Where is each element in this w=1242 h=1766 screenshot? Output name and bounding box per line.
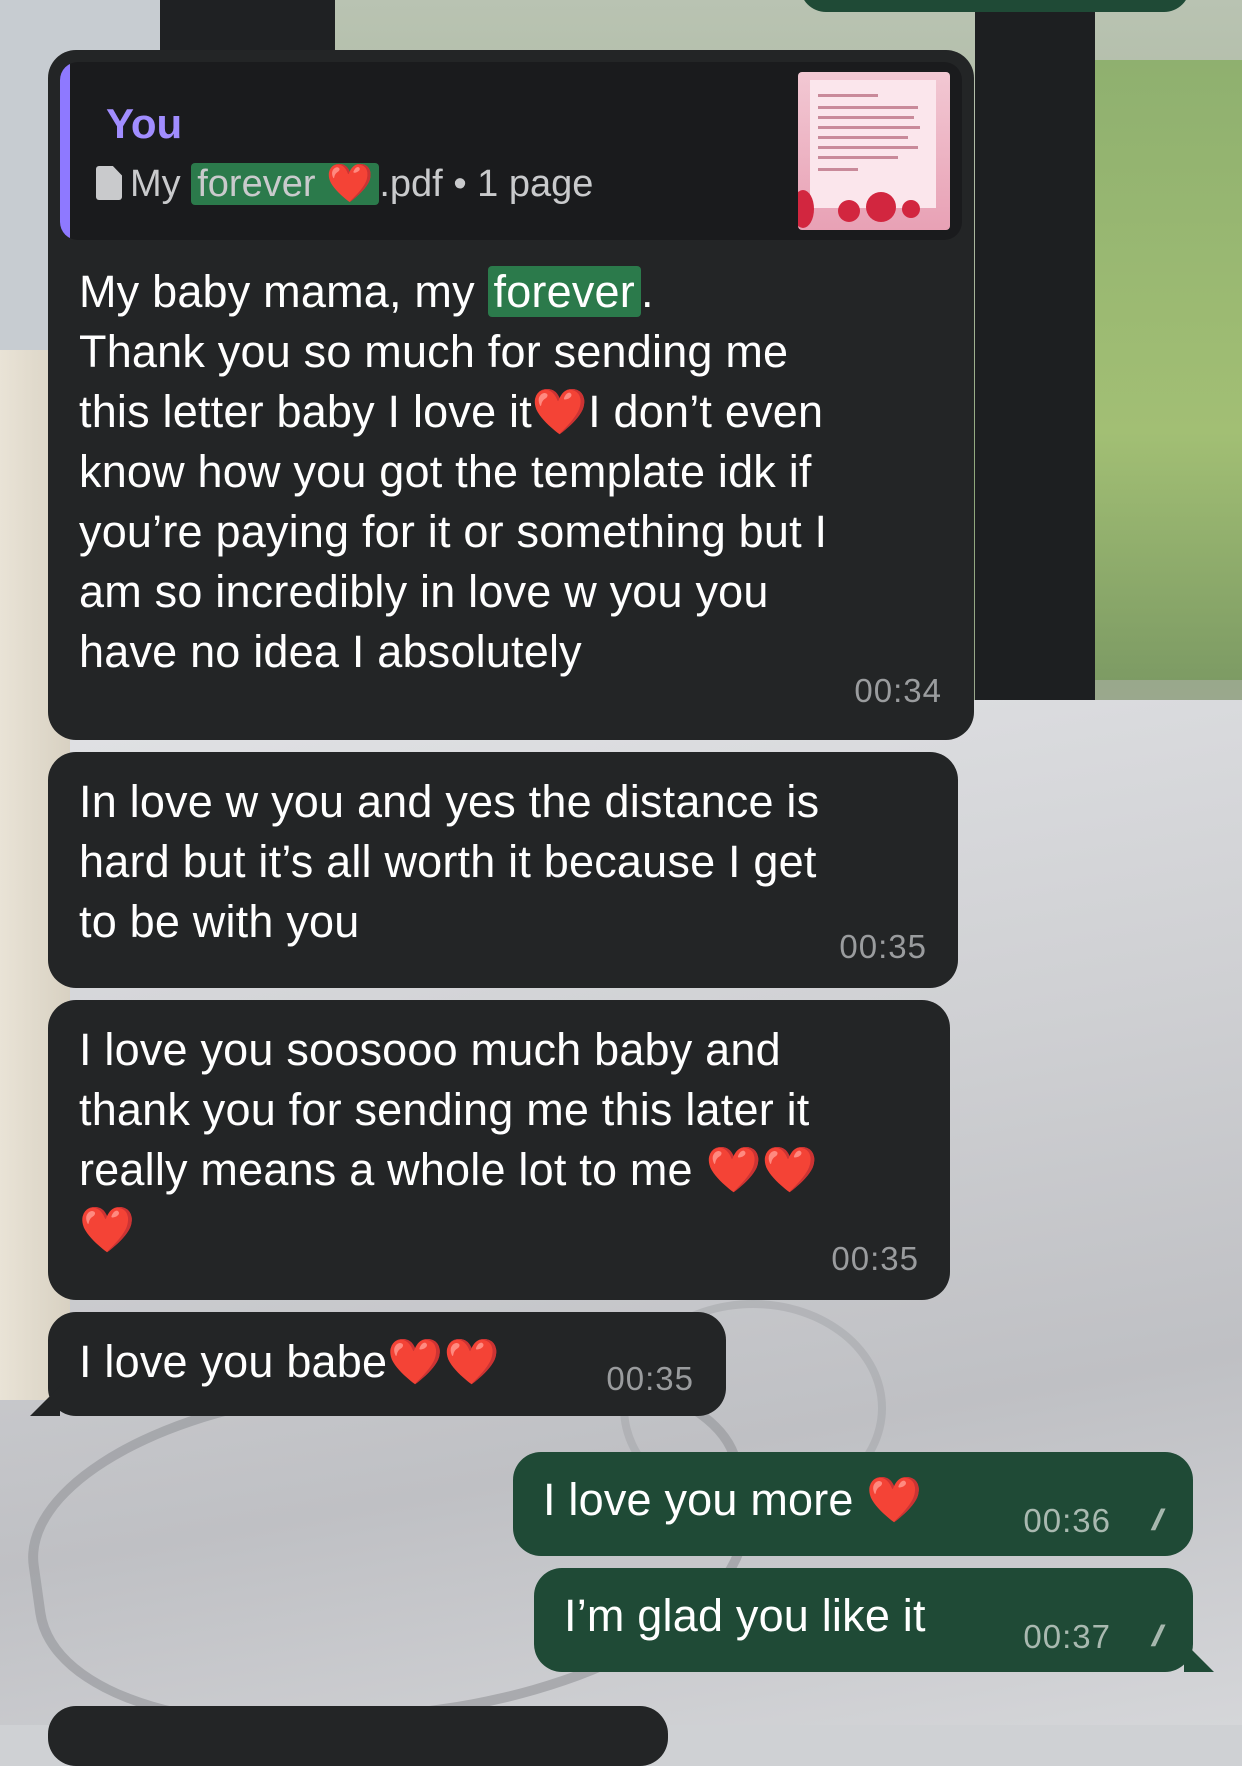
thumb-line — [818, 168, 858, 171]
message-bubble-m3[interactable]: I love you soosooo much baby and thank y… — [48, 1000, 950, 1300]
message-text-part: . — [640, 266, 654, 317]
thumb-heart-decoration — [866, 192, 896, 222]
quote-author: You — [106, 100, 183, 147]
message-time: 00:35 — [606, 1360, 694, 1397]
message-text: My baby mama, my forever. Thank you so m… — [79, 262, 959, 682]
message-time: 00:35 — [839, 928, 927, 965]
document-icon — [96, 166, 122, 200]
read-receipt-icon: // — [1152, 1620, 1162, 1653]
message-text: I love you babe❤️❤️ — [79, 1336, 500, 1387]
thumb-line — [818, 126, 920, 129]
message-text-body: Thank you so much for sending me this le… — [79, 326, 828, 677]
message-text-part: My baby mama, my — [79, 266, 488, 317]
message-text: I love you more ❤️ — [543, 1474, 923, 1525]
thumb-heart-decoration — [902, 200, 920, 218]
thumb-line — [818, 156, 898, 159]
thumb-line — [818, 146, 918, 149]
thumb-line — [818, 106, 918, 109]
message-bubble-m4[interactable]: I love you babe❤️❤️ 00:35 — [48, 1312, 726, 1416]
message-text: In love w you and yes the distance is ha… — [79, 776, 820, 947]
quote-file-meta: • 1 page — [453, 163, 594, 205]
message-time: 00:37 — [1023, 1618, 1111, 1655]
message-text: I’m glad you like it — [564, 1590, 926, 1641]
thumb-line — [818, 136, 908, 139]
quote-file-name: My forever ❤️ .pdf • 1 page — [96, 162, 593, 206]
pdf-thumbnail[interactable] — [798, 72, 950, 230]
message-bubble-m5[interactable]: I love you more ❤️ 00:36 // — [513, 1452, 1193, 1556]
message-time: 00:34 — [854, 672, 942, 709]
message-bubble-partial[interactable] — [800, 0, 1190, 12]
message-text-line1: My baby mama, my forever. — [79, 266, 654, 317]
read-receipt-icon: // — [1152, 1504, 1162, 1537]
search-highlight: forever — [487, 266, 641, 317]
quote-accent-bar — [60, 62, 70, 240]
quoted-reply[interactable]: You My forever ❤️ .pdf • 1 page — [60, 62, 962, 240]
quote-file-highlight: forever ❤️ — [191, 163, 380, 205]
bubble-tail — [30, 1386, 60, 1416]
message-text: I love you soosooo much baby and thank y… — [79, 1024, 818, 1255]
bubble-tail — [1184, 1642, 1214, 1672]
quote-file-suffix: .pdf — [379, 163, 443, 205]
thumb-line — [818, 94, 878, 97]
message-bubble-m6[interactable]: I’m glad you like it 00:37 // — [534, 1568, 1193, 1672]
message-bubble-m1[interactable]: You My forever ❤️ .pdf • 1 page My baby m… — [48, 50, 974, 740]
message-bubble-partial-bottom[interactable] — [48, 1706, 668, 1766]
message-time: 00:36 — [1023, 1502, 1111, 1539]
message-time: 00:35 — [831, 1240, 919, 1277]
thumb-heart-decoration — [838, 200, 860, 222]
pdf-thumbnail-page — [810, 80, 936, 208]
thumb-line — [818, 116, 914, 119]
quote-file-prefix: My — [130, 163, 192, 205]
message-bubble-m2[interactable]: In love w you and yes the distance is ha… — [48, 752, 958, 988]
